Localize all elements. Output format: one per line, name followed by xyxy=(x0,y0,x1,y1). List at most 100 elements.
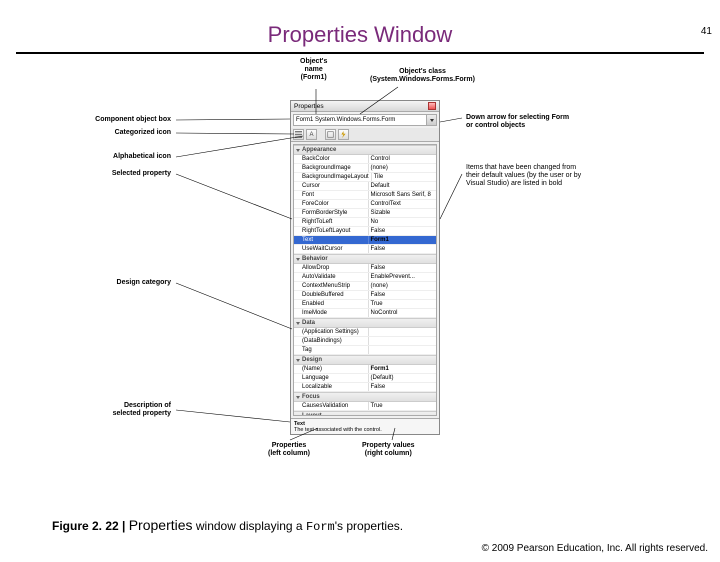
property-row[interactable]: TextForm1 xyxy=(294,236,436,245)
property-value[interactable]: (none) xyxy=(369,164,437,172)
property-name: BackgroundImageLayout xyxy=(294,173,372,181)
figure-label: Figure 2. 22 | xyxy=(52,519,129,533)
property-row[interactable]: (Name)Form1 xyxy=(294,365,436,374)
property-row[interactable]: (DataBindings) xyxy=(294,337,436,346)
property-value[interactable]: ControlText xyxy=(369,200,437,208)
property-value[interactable]: NoControl xyxy=(369,309,437,317)
slide-title: Properties Window xyxy=(0,22,720,48)
callout-description: Description ofselected property xyxy=(113,402,171,418)
property-name: CausesValidation xyxy=(294,402,369,410)
figure-stage: Properties Form1 System.Windows.Forms.Fo… xyxy=(0,54,720,484)
property-name: Language xyxy=(294,374,369,382)
property-value[interactable] xyxy=(369,337,437,345)
category-header[interactable]: Data xyxy=(294,318,436,328)
property-value[interactable]: EnablePrevent... xyxy=(369,273,437,281)
property-value[interactable]: Control xyxy=(369,155,437,163)
property-row[interactable]: UseWaitCursorFalse xyxy=(294,245,436,254)
callout-alphabetical-icon: Alphabetical icon xyxy=(113,153,171,161)
callout-bold-note: Items that have been changed from their … xyxy=(466,164,586,188)
property-name: AllowDrop xyxy=(294,264,369,272)
callout-component-box: Component object box xyxy=(95,116,171,124)
property-name: (Name) xyxy=(294,365,369,373)
property-name: Font xyxy=(294,191,369,199)
property-value[interactable]: True xyxy=(369,300,437,308)
property-value[interactable]: Form1 xyxy=(369,236,437,244)
property-name: Text xyxy=(294,236,369,244)
property-row[interactable]: ForeColorControlText xyxy=(294,200,436,209)
property-row[interactable]: CausesValidationTrue xyxy=(294,402,436,411)
properties-window: Properties Form1 System.Windows.Forms.Fo… xyxy=(290,100,440,435)
property-row[interactable]: RightToLeftNo xyxy=(294,218,436,227)
property-value[interactable]: True xyxy=(369,402,437,410)
category-header[interactable]: Focus xyxy=(294,392,436,402)
close-icon[interactable] xyxy=(428,102,436,110)
alphabetical-icon[interactable]: A xyxy=(306,129,317,140)
property-row[interactable]: (Application Settings) xyxy=(294,328,436,337)
category-header[interactable]: Layout xyxy=(294,411,436,416)
category-header[interactable]: Behavior xyxy=(294,254,436,264)
property-name: Localizable xyxy=(294,383,369,391)
property-row[interactable]: FormBorderStyleSizable xyxy=(294,209,436,218)
property-value[interactable]: False xyxy=(369,291,437,299)
property-row[interactable]: Tag xyxy=(294,346,436,355)
property-value[interactable]: Sizable xyxy=(369,209,437,217)
property-name: Tag xyxy=(294,346,369,354)
toolbar-sep xyxy=(319,129,323,140)
property-row[interactable]: LocalizableFalse xyxy=(294,383,436,392)
property-row[interactable]: CursorDefault xyxy=(294,182,436,191)
property-row[interactable]: BackColorControl xyxy=(294,155,436,164)
property-value[interactable]: (Default) xyxy=(369,374,437,382)
categorized-icon[interactable] xyxy=(293,129,304,140)
property-value[interactable]: False xyxy=(369,383,437,391)
category-header[interactable]: Design xyxy=(294,355,436,365)
property-name: BackColor xyxy=(294,155,369,163)
property-value[interactable]: False xyxy=(369,264,437,272)
property-grid[interactable]: AppearanceBackColorControlBackgroundImag… xyxy=(293,144,437,416)
events-icon[interactable] xyxy=(338,129,349,140)
property-value[interactable]: No xyxy=(369,218,437,226)
property-value[interactable] xyxy=(369,328,437,336)
property-row[interactable]: BackgroundImageLayoutTile xyxy=(294,173,436,182)
property-name: FormBorderStyle xyxy=(294,209,369,217)
property-value[interactable]: False xyxy=(369,245,437,253)
callout-categorized-icon: Categorized icon xyxy=(115,129,171,137)
property-row[interactable]: RightToLeftLayoutFalse xyxy=(294,227,436,236)
property-row[interactable]: BackgroundImage(none) xyxy=(294,164,436,173)
property-value[interactable]: Default xyxy=(369,182,437,190)
properties-page-icon[interactable] xyxy=(325,129,336,140)
chevron-down-icon[interactable] xyxy=(426,115,436,125)
property-name: ImeMode xyxy=(294,309,369,317)
property-row[interactable]: FontMicrosoft Sans Serif, 8 xyxy=(294,191,436,200)
callout-props-left: Properties(left column) xyxy=(268,442,310,458)
window-title: Properties xyxy=(294,103,324,110)
property-value[interactable]: Tile xyxy=(372,173,436,181)
property-row[interactable]: DoubleBufferedFalse xyxy=(294,291,436,300)
description-pane: Text The text associated with the contro… xyxy=(291,418,439,435)
property-name: RightToLeftLayout xyxy=(294,227,369,235)
property-value[interactable]: Form1 xyxy=(369,365,437,373)
desc-prop-text: The text associated with the control. xyxy=(294,427,436,433)
property-name: Cursor xyxy=(294,182,369,190)
property-value[interactable]: (none) xyxy=(369,282,437,290)
callout-object-class: Object's class(System.Windows.Forms.Form… xyxy=(370,68,475,84)
property-name: AutoValidate xyxy=(294,273,369,281)
component-combo[interactable]: Form1 System.Windows.Forms.Form xyxy=(293,114,437,126)
property-row[interactable]: ContextMenuStrip(none) xyxy=(294,282,436,291)
property-value[interactable]: False xyxy=(369,227,437,235)
copyright: © 2009 Pearson Education, Inc. All right… xyxy=(482,543,708,554)
property-name: (Application Settings) xyxy=(294,328,369,336)
figure-text-1: window displaying a xyxy=(193,519,306,533)
property-row[interactable]: AutoValidateEnablePrevent... xyxy=(294,273,436,282)
property-value[interactable]: Microsoft Sans Serif, 8 xyxy=(369,191,437,199)
property-row[interactable]: ImeModeNoControl xyxy=(294,309,436,318)
property-row[interactable]: AllowDropFalse xyxy=(294,264,436,273)
property-name: DoubleBuffered xyxy=(294,291,369,299)
property-row[interactable]: EnabledTrue xyxy=(294,300,436,309)
property-name: BackgroundImage xyxy=(294,164,369,172)
callout-props-right: Property values(right column) xyxy=(362,442,415,458)
figure-code: Form xyxy=(306,520,335,534)
property-row[interactable]: Language(Default) xyxy=(294,374,436,383)
property-value[interactable] xyxy=(369,346,437,354)
page-number: 41 xyxy=(701,26,712,37)
category-header[interactable]: Appearance xyxy=(294,145,436,155)
